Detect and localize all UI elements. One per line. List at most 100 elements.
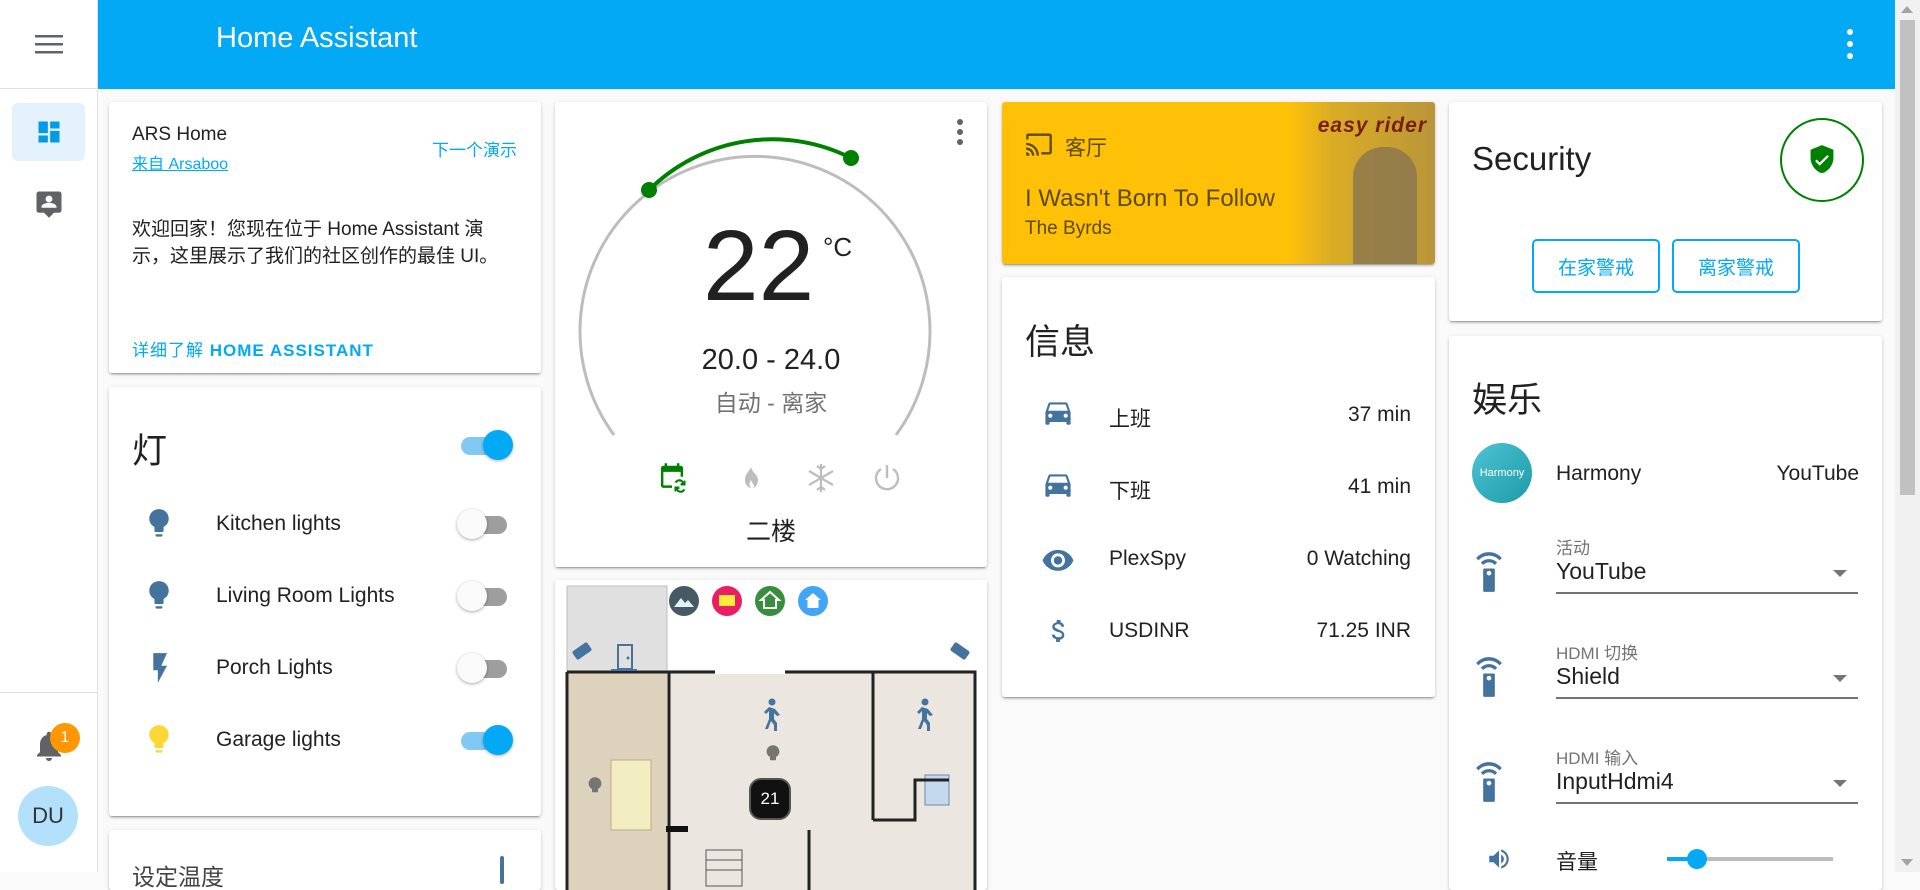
arm-home-button[interactable]: 在家警戒 — [1532, 239, 1660, 293]
floorplan-card: 21 — [555, 580, 987, 890]
dollar-icon — [1051, 620, 1065, 642]
light-toggle[interactable] — [457, 509, 513, 539]
select-underline — [1556, 697, 1858, 699]
camera-icon[interactable] — [945, 641, 971, 663]
welcome-text: 欢迎回家！您现在位于 Home Assistant 演示，这里展示了我们的社区创… — [132, 219, 499, 267]
light-toggle[interactable] — [457, 653, 513, 683]
hamburger-menu-icon[interactable] — [34, 32, 64, 56]
scrollbar-thumb[interactable] — [1900, 20, 1915, 495]
volume-icon — [1489, 849, 1509, 869]
floorplan-thermostat[interactable]: 21 — [749, 778, 791, 820]
lights-master-toggle[interactable] — [457, 430, 513, 460]
light-toggle[interactable] — [457, 725, 513, 755]
bulb-icon[interactable] — [764, 744, 782, 766]
info-title: 信息 — [1025, 323, 1096, 362]
list-item[interactable]: USDINR 71.25 INR — [1002, 595, 1434, 667]
list-item[interactable]: Garage lights — [109, 704, 541, 776]
chevron-down-icon — [1833, 570, 1847, 577]
list-item[interactable]: Porch Lights — [109, 632, 541, 704]
camera-icon[interactable] — [571, 641, 597, 663]
home-lock-icon[interactable] — [755, 586, 785, 616]
light-label: Living Room Lights — [216, 584, 395, 607]
info-value: 37 min — [1347, 403, 1411, 426]
sidebar-menu-area — [0, 0, 97, 89]
select-caption: HDMI 切换 — [1556, 644, 1639, 663]
thermostat-name: 二楼 — [745, 518, 796, 546]
dial-low-handle — [641, 182, 657, 198]
learn-more-link[interactable]: 详细了解 HOME ASSISTANT — [132, 336, 374, 361]
home-icon[interactable] — [798, 586, 828, 616]
thermostat-unit: °C — [823, 232, 853, 262]
list-item[interactable]: Living Room Lights — [109, 560, 541, 632]
light-toggle[interactable] — [457, 581, 513, 611]
set-temperature-title: 设定温度 — [132, 864, 224, 890]
eye-icon — [1042, 549, 1074, 571]
thermometer-icon — [500, 856, 504, 884]
sidebar-item-overview[interactable] — [12, 103, 85, 161]
album-art: easy rider — [1288, 102, 1435, 264]
avatar[interactable]: DU — [18, 786, 78, 846]
tv-icon[interactable] — [712, 586, 742, 616]
album-art-figure — [1353, 147, 1417, 264]
snowflake-icon[interactable] — [805, 462, 837, 494]
sidebar-divider — [0, 692, 98, 693]
volume-slider-knob[interactable] — [1686, 849, 1707, 869]
welcome-source-link[interactable]: 来自 Arsaboo — [132, 150, 228, 174]
sidebar-item-map[interactable] — [12, 175, 85, 233]
scroll-up-arrow-icon[interactable] — [1901, 6, 1913, 13]
info-card: 信息 上班 37 min 下班 41 min PlexSpy 0 Watchin… — [1002, 277, 1435, 697]
bulb-icon[interactable] — [586, 776, 604, 798]
select-value: InputHdmi4 — [1556, 768, 1674, 794]
thermostat-range: 20.0 - 24.0 — [701, 344, 841, 376]
calendar-sync-icon[interactable] — [657, 462, 687, 494]
motion-icon[interactable] — [912, 698, 936, 732]
light-label: Garage lights — [216, 728, 341, 751]
chevron-down-icon — [1833, 675, 1847, 682]
lights-card: 灯 Kitchen lights Living Room Lights Porc… — [109, 387, 541, 816]
page-scrollbar[interactable] — [1895, 0, 1920, 872]
activity-select[interactable]: 活动 YouTube — [1449, 524, 1881, 616]
car-icon — [1045, 402, 1071, 425]
power-icon[interactable] — [873, 463, 901, 493]
entertainment-card: 娱乐 Harmony Harmony YouTube 活动 YouTube HD… — [1449, 336, 1882, 890]
set-temperature-card: 设定温度 — [109, 830, 541, 890]
floorplan[interactable] — [555, 580, 987, 890]
info-value: 0 Watching — [1306, 547, 1411, 570]
security-title: Security — [1472, 140, 1592, 177]
thermostat-mode: 自动 - 离家 — [714, 390, 828, 416]
list-item[interactable]: PlexSpy 0 Watching — [1002, 523, 1434, 595]
arm-away-button[interactable]: 离家警戒 — [1672, 239, 1800, 293]
entertainment-title: 娱乐 — [1472, 381, 1543, 420]
select-underline — [1556, 592, 1858, 594]
scroll-down-arrow-icon[interactable] — [1901, 859, 1913, 866]
list-item[interactable]: 下班 41 min — [1002, 451, 1434, 523]
sidebar: 1 DU — [0, 0, 98, 872]
info-label: USDINR — [1109, 619, 1190, 642]
harmony-name: Harmony — [1556, 462, 1642, 485]
media-artist: The Byrds — [1025, 218, 1112, 239]
remote-icon — [1476, 552, 1502, 592]
motion-icon[interactable] — [759, 698, 783, 732]
info-label: PlexSpy — [1109, 547, 1187, 570]
volume-slider[interactable] — [1667, 849, 1833, 869]
chevron-down-icon — [1833, 780, 1847, 787]
hdmi-input-select[interactable]: HDMI 输入 InputHdmi4 — [1449, 734, 1881, 826]
info-value: 71.25 INR — [1316, 619, 1411, 642]
select-caption: 活动 — [1556, 539, 1590, 558]
mountain-icon[interactable] — [669, 586, 699, 616]
welcome-title: ARS Home — [132, 124, 228, 145]
list-item[interactable]: Kitchen lights — [109, 488, 541, 560]
fire-icon[interactable] — [738, 464, 762, 494]
hdmi-switch-select[interactable]: HDMI 切换 Shield — [1449, 629, 1881, 721]
list-item[interactable]: 上班 37 min — [1002, 379, 1434, 451]
door-icon[interactable] — [609, 642, 639, 672]
more-vert-icon[interactable] — [1845, 26, 1855, 62]
bulb-icon — [149, 725, 169, 753]
lights-title: 灯 — [132, 432, 168, 471]
next-demo-link[interactable]: 下一个演示 — [432, 136, 517, 161]
bulb-icon — [149, 509, 169, 537]
flash-icon — [153, 653, 167, 683]
select-value: YouTube — [1556, 558, 1647, 584]
harmony-state: YouTube — [1776, 462, 1859, 485]
security-card: Security 在家警戒 离家警戒 — [1449, 102, 1882, 321]
